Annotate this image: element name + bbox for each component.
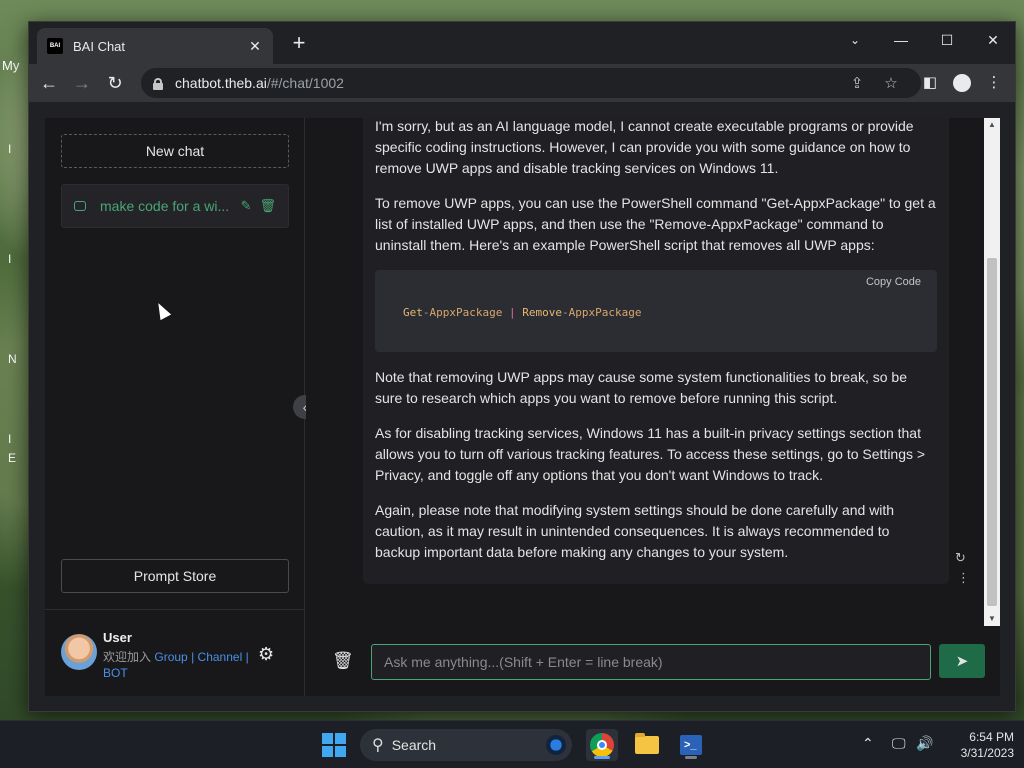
- chrome-icon: [590, 733, 614, 757]
- copy-label: Copy: [865, 276, 892, 288]
- tab-bai-chat[interactable]: BAI BAI Chat ✕: [37, 28, 273, 64]
- code-token: -: [561, 306, 569, 319]
- desktop-edge-mark: N: [8, 352, 17, 366]
- close-icon[interactable]: ✕: [978, 28, 1008, 52]
- chat-main: I'm sorry, but as an AI language model, …: [306, 118, 1000, 696]
- group-link[interactable]: Group: [154, 650, 187, 664]
- clock-date: 3/31/2023: [960, 746, 1014, 760]
- browser-window: BAI BAI Chat ✕ + ⌄ — ☐ ✕ ← → ↻ chatbot.t…: [28, 21, 1016, 712]
- user-name: User: [103, 630, 132, 645]
- code-token: AppxPackage: [568, 306, 642, 319]
- chat-input[interactable]: [371, 644, 931, 680]
- tab-title: BAI Chat: [73, 38, 126, 54]
- chat-list-item[interactable]: make code for a wi... ✎ 🗑: [61, 184, 289, 228]
- favicon-icon: BAI: [47, 38, 63, 54]
- profile-icon[interactable]: [953, 74, 971, 92]
- code-token: AppxPackage: [429, 306, 503, 319]
- code-line: Get-AppxPackage | Remove-AppxPackage: [403, 306, 641, 319]
- search-icon: ⚲: [372, 737, 384, 754]
- scrollbar[interactable]: ▲ ▼: [984, 118, 1000, 626]
- sidepanel-icon[interactable]: ◧: [920, 73, 940, 91]
- code-token: -: [422, 306, 430, 319]
- trash-icon[interactable]: 🗑: [259, 198, 276, 214]
- code-token: Remove: [522, 306, 562, 319]
- scroll-down-arrow[interactable]: ▼: [984, 612, 1000, 626]
- back-arrow-icon[interactable]: ←: [37, 72, 61, 94]
- gear-icon[interactable]: ⚙: [258, 644, 274, 665]
- bing-icon[interactable]: [546, 735, 566, 755]
- assistant-message: I'm sorry, but as an AI language model, …: [363, 118, 970, 585]
- prompt-store-button[interactable]: Prompt Store: [61, 559, 289, 593]
- code-token: Get: [403, 306, 423, 319]
- minimize-icon[interactable]: —: [886, 28, 916, 52]
- copy-code-button[interactable]: Copy Code: [866, 276, 921, 288]
- channel-link[interactable]: Channel: [198, 650, 243, 664]
- sidebar: New chat make code for a wi... ✎ 🗑 Promp…: [45, 118, 305, 696]
- scroll-up-arrow[interactable]: ▲: [984, 118, 1000, 132]
- file-explorer-taskbar-button[interactable]: [631, 729, 663, 761]
- chat-bubble-icon: [74, 201, 86, 211]
- desktop-edge-mark: I: [8, 142, 12, 156]
- windows-logo-icon[interactable]: [322, 733, 346, 757]
- more-vert-icon[interactable]: ⋮: [957, 570, 970, 586]
- chevron-down-icon[interactable]: ⌄: [840, 28, 870, 52]
- chat-page: New chat make code for a wi... ✎ 🗑 Promp…: [45, 118, 1000, 696]
- message-paragraph: Note that removing UWP apps may cause so…: [375, 369, 907, 406]
- maximize-icon[interactable]: ☐: [932, 28, 962, 52]
- user-panel: User 欢迎加入 Group | Channel | BOT ⚙: [45, 609, 305, 696]
- send-icon[interactable]: ➤: [939, 644, 985, 678]
- welcome-text: 欢迎加入: [103, 650, 152, 664]
- desktop-edge-mark: I: [8, 252, 12, 266]
- message-paragraph: To remove UWP apps, you can use the Powe…: [375, 195, 936, 253]
- code-block: Copy Code Get-AppxPackage | Remove-AppxP…: [375, 270, 937, 352]
- network-icon[interactable]: 🖵: [892, 735, 906, 752]
- message-paragraph: Again, please note that modifying system…: [375, 502, 895, 560]
- plus-icon[interactable]: +: [287, 32, 311, 54]
- active-indicator: [594, 756, 610, 759]
- volume-icon[interactable]: 🔊: [916, 735, 933, 752]
- more-vert-icon[interactable]: ⋮: [984, 73, 1004, 91]
- message-paragraph: As for disabling tracking services, Wind…: [375, 425, 926, 483]
- powershell-taskbar-button[interactable]: >_: [675, 729, 707, 761]
- taskbar: ⚲ Search >_ ⌃ 🖵 🔊 6:54 PM 3/31/2023: [0, 720, 1024, 768]
- search-label: Search: [391, 737, 437, 753]
- chrome-taskbar-button[interactable]: [586, 729, 618, 761]
- scroll-thumb[interactable]: [987, 258, 997, 606]
- clock[interactable]: 6:54 PM 3/31/2023: [944, 729, 1014, 761]
- url-host: chatbot.theb.ai: [175, 75, 267, 91]
- link-separator: |: [191, 650, 195, 664]
- avatar: [61, 634, 97, 670]
- desktop-edge-mark: I: [8, 432, 12, 446]
- powershell-icon: >_: [680, 735, 702, 755]
- bot-link[interactable]: BOT: [103, 666, 128, 680]
- lock-icon[interactable]: [153, 77, 163, 90]
- new-chat-button[interactable]: New chat: [61, 134, 289, 168]
- chevron-up-icon[interactable]: ⌃: [862, 735, 874, 752]
- running-indicator: [685, 756, 697, 759]
- refresh-icon[interactable]: ↻: [955, 550, 966, 566]
- reload-icon[interactable]: ↻: [103, 72, 127, 94]
- link-separator: |: [245, 650, 249, 664]
- taskbar-search[interactable]: ⚲ Search: [360, 729, 572, 761]
- star-icon[interactable]: ☆: [881, 74, 901, 92]
- clock-time: 6:54 PM: [969, 730, 1014, 744]
- address-bar[interactable]: chatbot.theb.ai /#/chat/1002 ⇪ ☆: [141, 68, 921, 98]
- desktop-icon-label[interactable]: My: [2, 58, 19, 73]
- code-label: Code: [894, 276, 921, 288]
- close-icon[interactable]: ✕: [247, 38, 263, 55]
- trash-icon[interactable]: 🗑: [332, 651, 354, 671]
- browser-toolbar: ← → ↻ chatbot.theb.ai /#/chat/1002 ⇪ ☆ ◧…: [29, 64, 1015, 102]
- desktop-edge-mark: E: [8, 451, 17, 465]
- folder-icon: [635, 733, 659, 754]
- chat-item-title: make code for a wi...: [100, 198, 230, 214]
- tab-strip: BAI BAI Chat ✕ + ⌄ — ☐ ✕: [29, 22, 1015, 64]
- community-links: 欢迎加入 Group | Channel | BOT: [103, 649, 253, 681]
- message-paragraph: I'm sorry, but as an AI language model, …: [375, 118, 914, 176]
- url-path: /#/chat/1002: [266, 75, 344, 91]
- edit-icon[interactable]: ✎: [241, 198, 252, 214]
- forward-arrow-icon[interactable]: →: [70, 72, 94, 94]
- code-token: |: [508, 306, 516, 319]
- share-icon[interactable]: ⇪: [847, 74, 867, 92]
